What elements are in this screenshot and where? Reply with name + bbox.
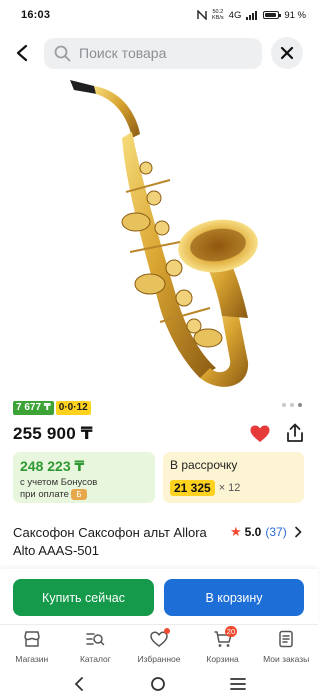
nav-label-catalog: Каталог — [79, 654, 111, 664]
close-button[interactable] — [271, 37, 303, 69]
nav-item-favorites[interactable]: Избранное — [127, 625, 191, 666]
add-to-cart-button[interactable]: В корзину — [164, 579, 304, 616]
bonus-note-line2: при оплате — [20, 489, 69, 501]
bonus-coin-icon: Б — [70, 489, 87, 500]
back-button[interactable] — [6, 36, 38, 70]
installment-months: × 12 — [218, 482, 241, 494]
network-type: 4G — [228, 9, 242, 21]
system-menu-icon[interactable] — [230, 677, 246, 691]
chevron-left-icon — [16, 44, 28, 62]
share-button[interactable] — [284, 422, 306, 444]
bonus-amount: 248 223 ₸ — [20, 458, 85, 474]
status-time: 16:03 — [21, 9, 51, 21]
system-back-icon[interactable] — [72, 676, 86, 692]
system-nav-bar — [0, 668, 318, 700]
bonus-card[interactable]: 248 223 ₸ с учетом Бонусов при оплате Б — [13, 452, 155, 503]
product-price: 255 900 ₸ — [13, 424, 93, 443]
product-image[interactable] — [50, 72, 280, 398]
gallery-pagination[interactable] — [282, 403, 302, 407]
installment-row: 21 325 × 12 — [170, 480, 297, 496]
search-header — [0, 36, 318, 70]
favorite-button[interactable] — [249, 423, 271, 445]
battery-icon — [263, 11, 282, 19]
installment-card[interactable]: В рассрочку 21 325 × 12 — [163, 452, 304, 503]
net-speed-unit: KB/s — [212, 15, 224, 21]
orders-icon — [279, 630, 293, 648]
bonus-note-line1: с учетом Бонусов — [20, 477, 98, 488]
favorites-dot — [164, 628, 171, 634]
nav-item-orders[interactable]: Мои заказы — [254, 625, 318, 666]
nav-item-catalog[interactable]: Каталог — [64, 625, 128, 666]
signal-icon — [246, 10, 258, 20]
gallery-dot[interactable] — [290, 403, 294, 407]
search-icon — [54, 45, 71, 61]
nav-label-shop: Магазин — [15, 654, 49, 664]
heart-icon — [250, 425, 270, 442]
nav-item-cart[interactable]: 20 Корзина — [191, 625, 255, 666]
installment-monthly: 21 325 — [170, 480, 215, 496]
nav-item-shop[interactable]: Магазин — [0, 625, 64, 666]
bonus-note-line2-wrap: при оплате Б — [20, 489, 148, 501]
chevron-right-icon — [294, 526, 302, 538]
search-box[interactable] — [44, 37, 262, 69]
search-input[interactable] — [79, 45, 249, 61]
battery-level: 91 % — [284, 9, 306, 21]
shop-icon — [24, 631, 40, 647]
installment-badge: 0·0·12 — [55, 401, 91, 415]
share-icon — [287, 423, 303, 442]
net-speed: 50.2 KB/s — [212, 9, 224, 21]
star-icon: ★ — [230, 524, 242, 539]
catalog-search-icon — [86, 633, 105, 646]
reviews-count: (37) — [265, 525, 287, 539]
bonus-note: с учетом Бонусов при оплате Б — [20, 477, 148, 501]
nav-label-favorites: Избранное — [137, 654, 181, 664]
status-bar: 16:03 50.2 KB/s 4G 91 % — [0, 0, 318, 30]
gallery-dot[interactable] — [282, 403, 286, 407]
bonus-price-badge: 7 677 ₸ — [13, 401, 54, 415]
rating-link[interactable]: ★ 5.0 (37) — [230, 524, 302, 540]
product-title: Саксофон Саксофон альт Allora Alto AAAS-… — [13, 525, 207, 558]
nav-label-orders: Мои заказы — [263, 654, 310, 664]
close-icon — [280, 46, 294, 60]
bottom-nav: Магазин Каталог Избранное 20 Корзина Мои… — [0, 624, 318, 666]
buy-now-button[interactable]: Купить сейчас — [13, 579, 154, 616]
rating-score: 5.0 — [244, 525, 262, 539]
price-badges: 7 677 ₸ 0·0·12 — [13, 401, 91, 415]
cart-badge: 20 — [224, 626, 238, 637]
installment-title: В рассрочку — [170, 458, 238, 472]
status-icons: 50.2 KB/s 4G 91 % — [197, 9, 306, 21]
notification-n-icon — [197, 10, 207, 20]
nav-label-cart: Корзина — [206, 654, 239, 664]
gallery-dot-active[interactable] — [298, 403, 302, 407]
system-home-icon[interactable] — [150, 676, 166, 692]
